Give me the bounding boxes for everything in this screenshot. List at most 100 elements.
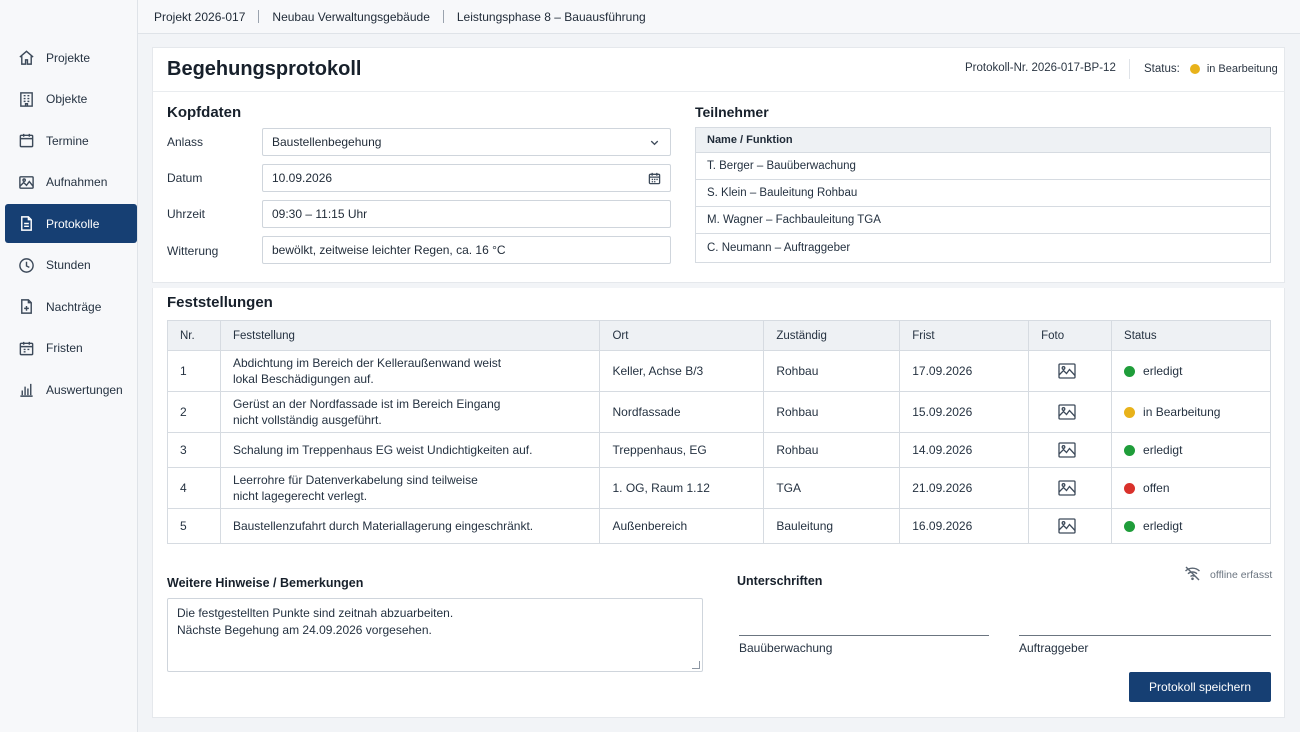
page-title: Begehungsprotokoll	[167, 58, 362, 80]
table-row[interactable]: 2 Gerüst an der Nordfassade ist im Berei…	[167, 391, 1271, 433]
sidebar-item-label: Auswertungen	[46, 382, 123, 397]
status-text: offen	[1143, 481, 1170, 495]
cell-ort: 1. OG, Raum 1.12	[599, 467, 765, 509]
sidebar-item-label: Aufnahmen	[46, 175, 108, 189]
column-header-foto: Foto	[1028, 320, 1113, 351]
hinweise-line: Nächste Begehung am 24.09.2026 vorgesehe…	[177, 623, 432, 637]
signature-label-auftraggeber: Auftraggeber	[1019, 641, 1089, 655]
status-dot	[1124, 406, 1136, 418]
column-header-feststellung: Feststellung	[219, 320, 601, 351]
clock-icon	[18, 257, 35, 274]
status-dot	[1124, 482, 1136, 494]
uhrzeit-label: Uhrzeit	[167, 207, 206, 221]
sidebar-item-label: Stunden	[46, 258, 91, 272]
cell-zustaendig: Rohbau	[763, 391, 901, 433]
datum-field[interactable]: 10.09.2026	[262, 164, 671, 192]
sidebar-item-auswertungen[interactable]: Auswertungen	[5, 370, 137, 409]
save-button[interactable]: Protokoll speichern	[1129, 672, 1271, 702]
status-text: erledigt	[1143, 519, 1183, 533]
sidebar-item-label: Projekte	[46, 50, 91, 65]
sidebar-item-aufnahmen[interactable]: Aufnahmen	[5, 163, 137, 202]
datum-value: 10.09.2026	[272, 171, 333, 185]
column-header-frist: Frist	[899, 320, 1030, 351]
feststellung-line: Baustellenzufahrt durch Materiallagerung…	[232, 519, 534, 533]
cell-ort: Nordfassade	[599, 391, 765, 433]
divider	[1129, 59, 1130, 79]
sidebar-item-protokolle[interactable]: Protokolle	[5, 204, 137, 243]
sidebar-item-nachtraege[interactable]: Nachträge	[5, 287, 137, 326]
uhrzeit-value: 09:30 – 11:15 Uhr	[272, 207, 368, 221]
table-row[interactable]: 1 Abdichtung im Bereich der Kelleraußenw…	[167, 350, 1271, 392]
signature-line-auftraggeber[interactable]	[1019, 635, 1271, 636]
cell-status: erledigt	[1111, 508, 1271, 544]
cell-ort: Treppenhaus, EG	[599, 432, 765, 468]
table-header-row: Nr. Feststellung Ort Zuständig Frist Fot…	[167, 320, 1271, 351]
status-text: in Bearbeitung	[1143, 405, 1221, 419]
table-row[interactable]: 5 Baustellenzufahrt durch Materiallageru…	[167, 508, 1271, 544]
hinweise-title: Weitere Hinweise / Bemerkungen	[167, 576, 364, 590]
teilnehmer-row[interactable]: S. Klein – Bauleitung Rohbau	[696, 180, 1270, 207]
feststellung-line: Abdichtung im Bereich der Kelleraußenwan…	[232, 356, 502, 370]
status-indicator: Status: in Bearbeitung	[1144, 63, 1278, 75]
signature-line-bauueberwachung[interactable]	[739, 635, 989, 636]
anlass-label: Anlass	[167, 135, 204, 149]
sidebar-item-termine[interactable]: Termine	[5, 121, 137, 160]
cell-nr: 3	[167, 432, 221, 468]
calendar-icon[interactable]	[647, 171, 661, 185]
cell-status: offen	[1111, 467, 1271, 509]
bar-chart-icon	[18, 381, 35, 398]
cell-frist: 21.09.2026	[899, 467, 1030, 509]
sidebar-nav: Projekte Objekte Termine Aufnahmen Proto…	[5, 38, 137, 412]
image-icon[interactable]	[1041, 518, 1111, 534]
uhrzeit-field[interactable]: 09:30 – 11:15 Uhr	[262, 200, 671, 228]
breadcrumb-phase[interactable]: Leistungsphase 8 – Bauausführung	[457, 10, 646, 24]
sidebar-item-projekte[interactable]: Projekte	[5, 38, 137, 77]
feststellungen-table: Nr. Feststellung Ort Zuständig Frist Fot…	[167, 320, 1271, 544]
image-icon[interactable]	[1041, 442, 1111, 458]
cell-frist: 14.09.2026	[899, 432, 1030, 468]
cell-frist: 16.09.2026	[899, 508, 1030, 544]
offline-indicator: offline erfasst	[1184, 566, 1272, 584]
image-icon[interactable]	[1041, 404, 1111, 420]
status-dot	[1124, 444, 1136, 456]
teilnehmer-table: Name / Funktion T. Berger – Bauüberwachu…	[695, 127, 1271, 263]
table-row[interactable]: 3 Schalung im Treppenhaus EG weist Undic…	[167, 432, 1271, 468]
column-header-zustaendig: Zuständig	[763, 320, 901, 351]
teilnehmer-row[interactable]: T. Berger – Bauüberwachung	[696, 153, 1270, 180]
cell-feststellung: Schalung im Treppenhaus EG weist Undicht…	[219, 432, 601, 468]
feststellung-line: Schalung im Treppenhaus EG weist Undicht…	[232, 443, 533, 457]
sidebar-item-objekte[interactable]: Objekte	[5, 80, 137, 119]
image-icon[interactable]	[1041, 363, 1111, 379]
cell-zustaendig: Rohbau	[763, 350, 901, 392]
image-icon	[18, 174, 35, 191]
teilnehmer-row[interactable]: M. Wagner – Fachbauleitung TGA	[696, 207, 1270, 234]
feststellungen-title: Feststellungen	[167, 294, 273, 311]
witterung-value: bewölkt, zeitweise leichter Regen, ca. 1…	[272, 243, 506, 257]
breadcrumb-project[interactable]: Projekt 2026-017	[154, 10, 245, 24]
sidebar-item-fristen[interactable]: Fristen	[5, 329, 137, 368]
witterung-field[interactable]: bewölkt, zeitweise leichter Regen, ca. 1…	[262, 236, 671, 264]
image-icon[interactable]	[1041, 480, 1111, 496]
cell-foto	[1028, 391, 1113, 433]
kopfdaten-card: Kopfdaten Anlass Baustellenbegehung Datu…	[152, 91, 1285, 283]
document-icon	[18, 215, 35, 232]
feststellung-line: nicht lagegerecht verlegt.	[232, 489, 368, 503]
signature-label-bauueberwachung: Bauüberwachung	[739, 641, 833, 655]
teilnehmer-title: Teilnehmer	[695, 104, 769, 120]
offline-text: offline erfasst	[1210, 569, 1273, 581]
cell-nr: 4	[167, 467, 221, 509]
status-text: erledigt	[1143, 364, 1183, 378]
home-icon	[18, 49, 35, 66]
anlass-select[interactable]: Baustellenbegehung	[262, 128, 671, 156]
breadcrumb-object[interactable]: Neubau Verwaltungsgebäude	[272, 10, 429, 24]
protocol-number: Protokoll-Nr. 2026-017-BP-12	[965, 62, 1116, 74]
witterung-label: Witterung	[167, 244, 219, 258]
cell-status: erledigt	[1111, 350, 1271, 392]
hinweise-textarea[interactable]: Die festgestellten Punkte sind zeitnah a…	[167, 598, 703, 672]
hinweise-line: Die festgestellten Punkte sind zeitnah a…	[177, 606, 454, 620]
cell-ort: Keller, Achse B/3	[599, 350, 765, 392]
teilnehmer-row[interactable]: C. Neumann – Auftraggeber	[696, 234, 1270, 262]
resize-handle[interactable]	[692, 661, 700, 669]
sidebar-item-stunden[interactable]: Stunden	[5, 246, 137, 285]
table-row[interactable]: 4 Leerrohre für Datenverkabelung sind te…	[167, 467, 1271, 509]
